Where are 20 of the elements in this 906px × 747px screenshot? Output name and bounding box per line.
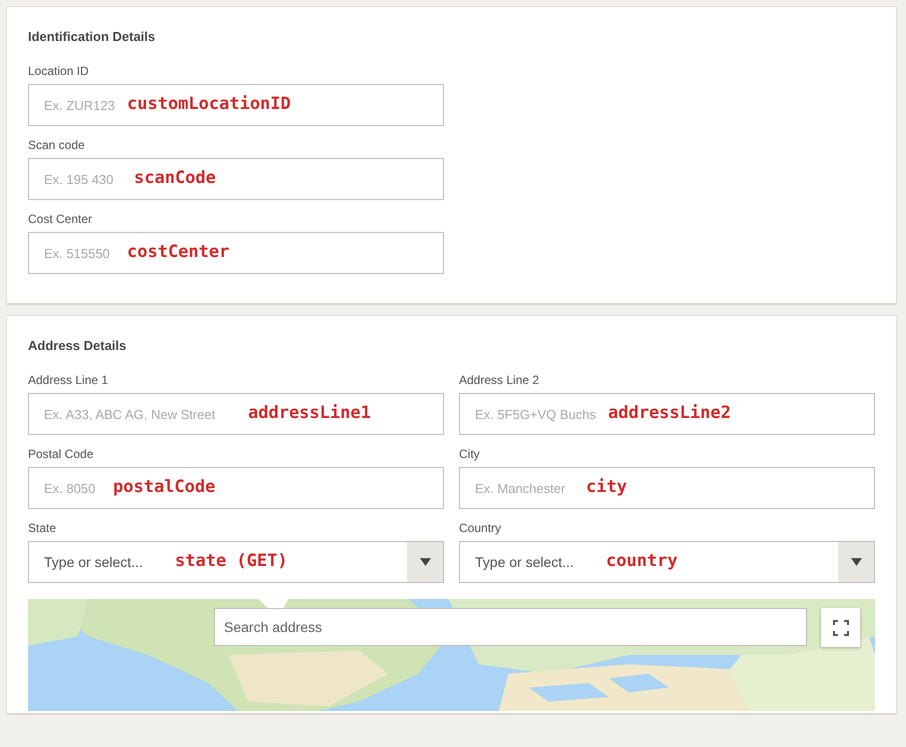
annotation-label: state (GET): [175, 551, 288, 571]
annotation-label: customLocationID: [127, 94, 291, 114]
annotation-label: postalCode: [113, 477, 216, 497]
field-label: Address Line 1: [28, 373, 108, 387]
field-label: Country: [459, 521, 502, 535]
field-label: Scan code: [28, 138, 85, 152]
section-title: Identification Details: [28, 29, 156, 44]
field-label: Cost Center: [28, 212, 92, 226]
section-title: Address Details: [28, 338, 128, 353]
field-label: City: [459, 447, 480, 461]
field-label: Address Line 2: [459, 373, 540, 387]
annotation-label: country: [606, 551, 678, 571]
field-label: Location ID: [28, 64, 89, 78]
annotation-label: costCenter: [127, 242, 230, 262]
annotation-label: city: [586, 477, 627, 497]
annotation-label: addressLine2: [608, 403, 731, 423]
annotation-label: addressLine1: [248, 403, 371, 423]
field-label: Postal Code: [28, 447, 94, 461]
annotation-label: scanCode: [134, 168, 216, 188]
field-label: State: [28, 521, 56, 535]
